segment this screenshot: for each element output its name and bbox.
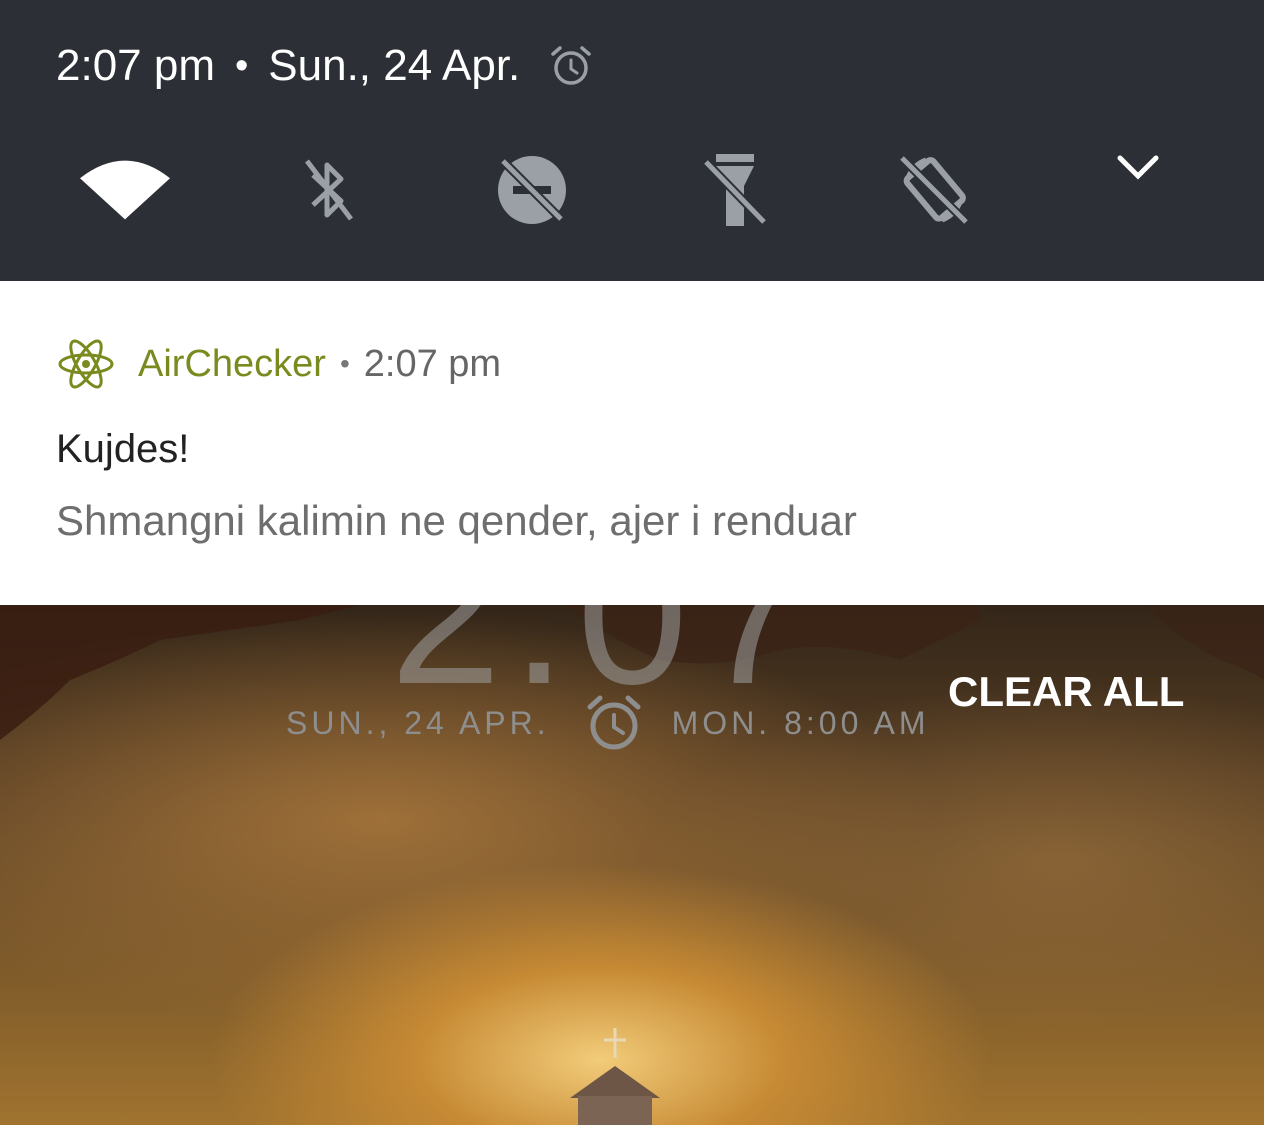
- status-date[interactable]: Sun., 24 Apr.: [268, 41, 520, 91]
- bluetooth-off-icon: [305, 159, 353, 221]
- notification-separator: •: [339, 348, 350, 379]
- status-separator: •: [234, 44, 249, 87]
- notification-time: 2:07 pm: [363, 342, 502, 385]
- chevron-down-icon: [1117, 155, 1159, 180]
- flashlight-off-icon: [702, 154, 768, 226]
- rotate-off-icon: [898, 154, 970, 226]
- atom-icon: [58, 339, 114, 389]
- wifi-tile[interactable]: [80, 145, 170, 235]
- notification-text: Shmangni kalimin ne qender, ajer i rendu…: [56, 497, 857, 544]
- flashlight-tile[interactable]: [690, 145, 780, 235]
- lock-date: SUN., 24 APR.: [286, 704, 550, 741]
- do-not-disturb-off-icon: [498, 156, 566, 224]
- quick-settings-tiles: [0, 145, 1264, 235]
- alarm-clock-icon: [551, 46, 592, 85]
- next-alarm: MON. 8:00 AM: [671, 704, 930, 741]
- alarm-clock-icon: [587, 695, 641, 750]
- church-silhouette: [570, 1028, 660, 1125]
- android-lock-screen: 2:07 SUN., 24 APR. MON. 8:00 AM CLEAR AL…: [0, 0, 1264, 1125]
- auto-rotate-tile[interactable]: [889, 145, 979, 235]
- notification-card[interactable]: AirChecker • 2:07 pm Kujdes! Shmangni ka…: [0, 281, 1264, 605]
- status-time: 2:07 pm: [56, 41, 215, 90]
- do-not-disturb-tile[interactable]: [487, 145, 577, 235]
- bluetooth-tile[interactable]: [284, 145, 374, 235]
- clear-all-button[interactable]: CLEAR ALL: [948, 668, 1184, 716]
- notification-title: Kujdes!: [56, 427, 190, 471]
- wifi-icon: [80, 160, 170, 220]
- lock-date-row: SUN., 24 APR. MON. 8:00 AM: [286, 695, 930, 750]
- quick-settings-shade: 2:07 pm • Sun., 24 Apr.: [0, 0, 1264, 281]
- status-row: 2:07 pm • Sun., 24 Apr.: [56, 36, 594, 96]
- notification-header: AirChecker • 2:07 pm: [56, 339, 501, 389]
- notification-app-name: AirChecker: [138, 342, 326, 385]
- expand-quick-settings-button[interactable]: [1110, 140, 1166, 196]
